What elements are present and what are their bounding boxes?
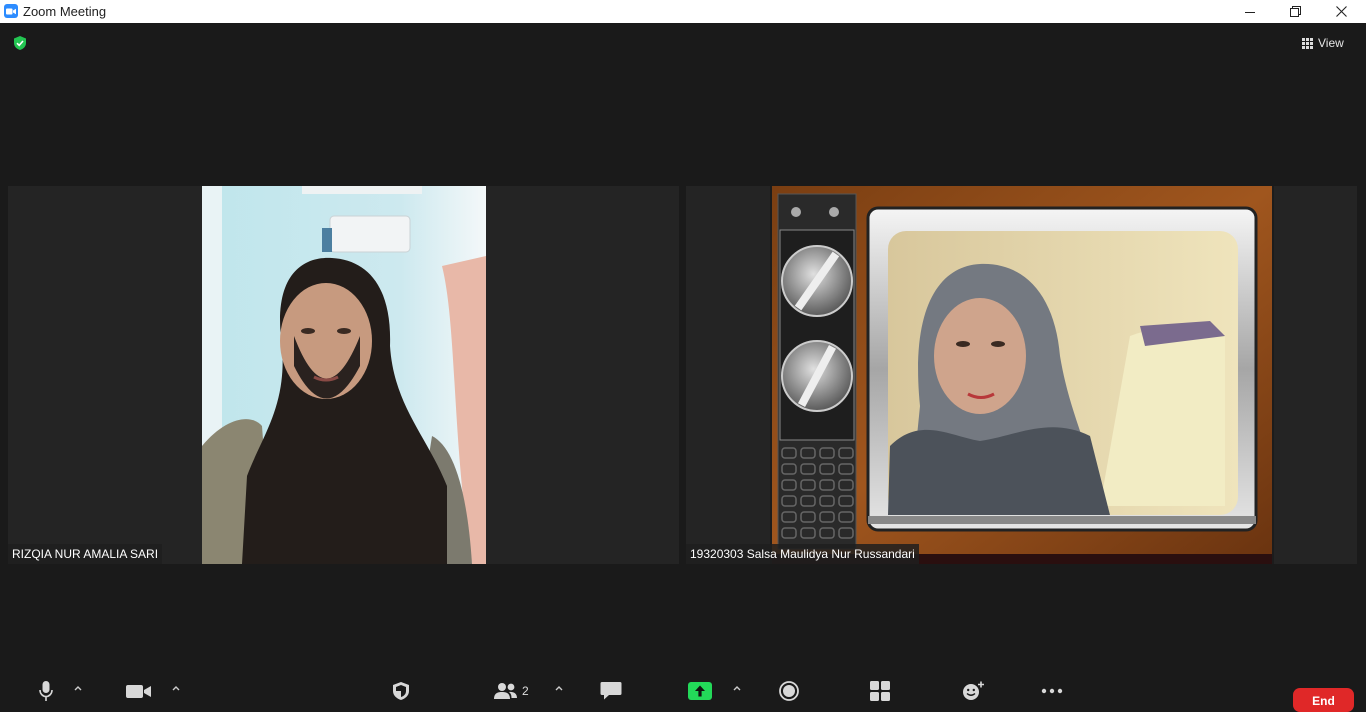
chevron-up-icon[interactable]: [554, 683, 564, 693]
meeting-toolbar: 2 End: [0, 675, 1366, 712]
grid-icon: [1302, 37, 1313, 49]
participants-button[interactable]: 2: [494, 679, 534, 703]
close-button[interactable]: [1318, 0, 1364, 23]
record-icon: [779, 681, 799, 701]
reactions-button[interactable]: [961, 679, 985, 703]
record-button[interactable]: [779, 679, 799, 703]
chevron-up-icon[interactable]: [73, 683, 83, 693]
microphone-icon: [39, 681, 53, 701]
close-icon: [1335, 6, 1347, 17]
chat-button[interactable]: [600, 679, 622, 703]
apps-grid-icon: [870, 681, 890, 701]
share-screen-arrow-icon: [688, 682, 712, 700]
security-button[interactable]: [391, 679, 411, 703]
window-title: Zoom Meeting: [23, 4, 107, 19]
meeting-stage: View RIZQIA NUR AMALIA SARI 19320303 Sal…: [0, 23, 1366, 675]
security-shield-icon: [393, 682, 409, 700]
chat-bubble-icon: [600, 682, 622, 700]
participant-video: [202, 186, 486, 564]
chevron-up-icon[interactable]: [732, 683, 742, 693]
end-meeting-button[interactable]: End: [1293, 688, 1354, 712]
participant-video-tile[interactable]: RIZQIA NUR AMALIA SARI: [8, 186, 679, 564]
view-label: View: [1318, 36, 1344, 50]
zoom-app-icon: [4, 4, 18, 18]
encryption-shield-icon[interactable]: [12, 35, 28, 51]
smiley-add-icon: [963, 681, 984, 700]
mute-button[interactable]: [36, 679, 56, 703]
participant-name-label: 19320303 Salsa Maulidya Nur Russandari: [686, 544, 919, 564]
minimize-icon: [1245, 11, 1255, 13]
participant-video: [770, 186, 1274, 564]
minimize-button[interactable]: [1227, 0, 1273, 23]
restore-icon: [1289, 6, 1301, 17]
participant-count-badge: 2: [522, 684, 529, 698]
chevron-up-icon[interactable]: [171, 683, 181, 693]
window-titlebar: Zoom Meeting: [0, 0, 1366, 23]
more-button[interactable]: [1040, 679, 1064, 703]
video-button[interactable]: [126, 679, 152, 703]
more-ellipsis-icon: [1041, 688, 1063, 694]
share-screen-button[interactable]: [688, 679, 712, 703]
apps-button[interactable]: [869, 679, 891, 703]
participant-video-tile[interactable]: 19320303 Salsa Maulidya Nur Russandari: [686, 186, 1357, 564]
restore-button[interactable]: [1272, 0, 1318, 23]
video-camera-icon: [126, 685, 151, 698]
participant-name-label: RIZQIA NUR AMALIA SARI: [8, 544, 163, 564]
view-button[interactable]: View: [1302, 32, 1358, 54]
participants-icon: [494, 683, 517, 699]
